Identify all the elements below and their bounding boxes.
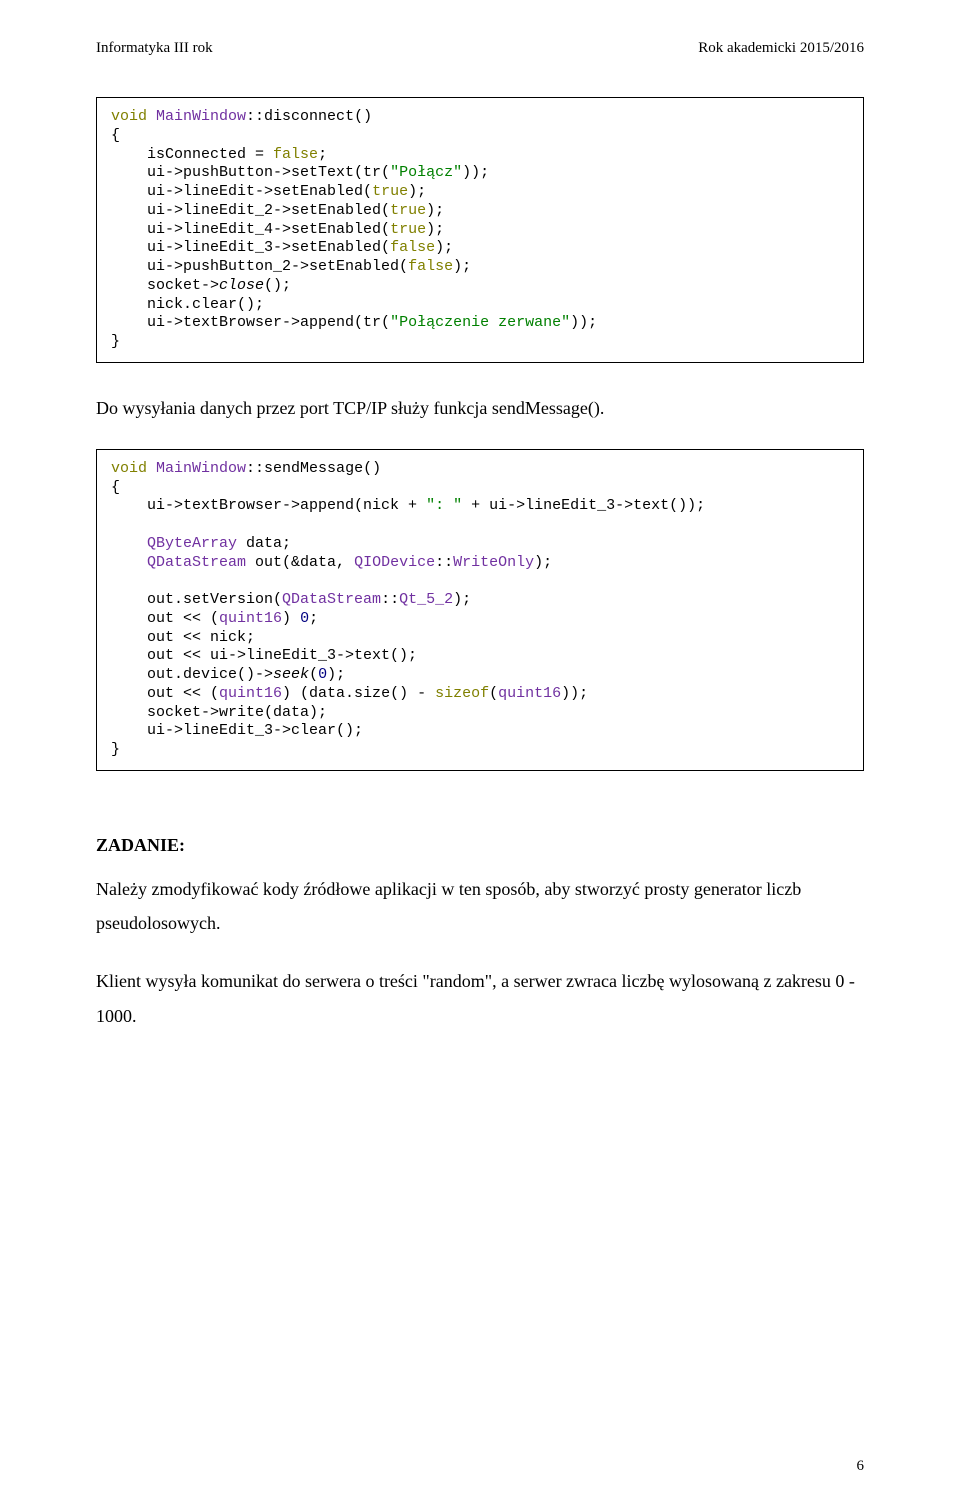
zadanie-paragraph-2: Klient wysyła komunikat do serwera o tre…: [96, 964, 864, 1032]
kw-void: void: [111, 108, 147, 125]
kw-void: void: [111, 460, 147, 477]
zadanie-heading: ZADANIE:: [96, 835, 864, 856]
page: Informatyka III rok Rok akademicki 2015/…: [0, 0, 960, 1509]
header-left: Informatyka III rok: [96, 40, 213, 57]
zadanie-paragraph-1: Należy zmodyfikować kody źródłowe aplika…: [96, 872, 864, 940]
page-header: Informatyka III rok Rok akademicki 2015/…: [96, 40, 864, 57]
page-number: 6: [857, 1458, 865, 1475]
paragraph-1: Do wysyłania danych przez port TCP/IP sł…: [96, 391, 864, 425]
class-mainwindow: MainWindow: [156, 460, 246, 477]
class-mainwindow: MainWindow: [156, 108, 246, 125]
header-right: Rok akademicki 2015/2016: [698, 40, 864, 57]
code-block-sendmessage: void MainWindow::sendMessage() { ui->tex…: [96, 449, 864, 771]
code-block-disconnect: void MainWindow::disconnect() { isConnec…: [96, 97, 864, 363]
